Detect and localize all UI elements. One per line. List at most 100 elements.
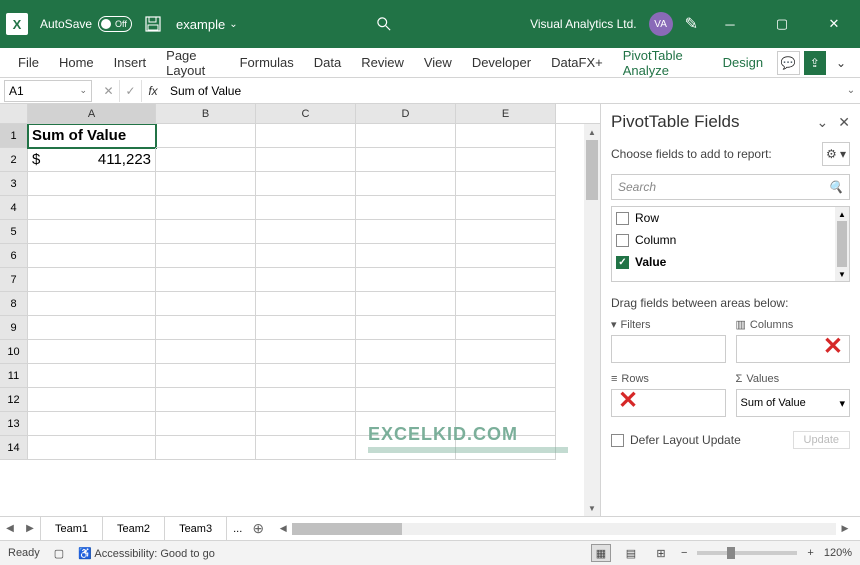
cell[interactable] bbox=[256, 316, 356, 340]
macro-record-icon[interactable]: ▢ bbox=[54, 547, 64, 560]
row-header[interactable]: 8 bbox=[0, 292, 28, 316]
cell[interactable] bbox=[256, 172, 356, 196]
cell[interactable] bbox=[28, 316, 156, 340]
minimize-button[interactable]: ─ bbox=[710, 9, 750, 39]
tab-home[interactable]: Home bbox=[49, 48, 104, 78]
tab-file[interactable]: File bbox=[8, 48, 49, 78]
row-header[interactable]: 11 bbox=[0, 364, 28, 388]
close-button[interactable]: ✕ bbox=[814, 9, 854, 39]
scroll-thumb[interactable] bbox=[586, 140, 598, 200]
cell-a2[interactable]: $ 411,223 bbox=[28, 148, 156, 172]
cell[interactable] bbox=[456, 124, 556, 148]
filename-chevron-icon[interactable]: ⌄ bbox=[229, 19, 237, 30]
cell[interactable] bbox=[156, 196, 256, 220]
vertical-scrollbar[interactable]: ▲ ▼ bbox=[584, 124, 600, 516]
cell[interactable] bbox=[356, 268, 456, 292]
fieldlist-scrollbar[interactable]: ▲ ▼ bbox=[835, 207, 849, 281]
cell[interactable] bbox=[28, 172, 156, 196]
cell[interactable] bbox=[356, 172, 456, 196]
cell[interactable] bbox=[256, 148, 356, 172]
comments-button[interactable]: 💬 bbox=[777, 51, 799, 75]
add-sheet-icon[interactable]: ⊕ bbox=[248, 520, 268, 537]
field-value[interactable]: ✓ Value bbox=[612, 251, 849, 273]
save-icon[interactable] bbox=[144, 15, 162, 33]
cell[interactable] bbox=[456, 244, 556, 268]
page-break-view-icon[interactable]: ⊞ bbox=[651, 544, 671, 562]
zoom-out-icon[interactable]: − bbox=[681, 547, 687, 559]
tab-developer[interactable]: Developer bbox=[462, 48, 541, 78]
page-layout-view-icon[interactable]: ▤ bbox=[621, 544, 641, 562]
row-header[interactable]: 6 bbox=[0, 244, 28, 268]
row-header[interactable]: 7 bbox=[0, 268, 28, 292]
row-header[interactable]: 13 bbox=[0, 412, 28, 436]
cell[interactable] bbox=[356, 292, 456, 316]
pane-chevron-icon[interactable]: ⌄ bbox=[817, 114, 829, 131]
zoom-knob[interactable] bbox=[727, 547, 735, 559]
cell[interactable] bbox=[456, 196, 556, 220]
update-button[interactable]: Update bbox=[793, 431, 850, 449]
zoom-level[interactable]: 120% bbox=[824, 547, 852, 559]
zoom-in-icon[interactable]: + bbox=[807, 547, 813, 559]
cell[interactable] bbox=[156, 220, 256, 244]
cell[interactable] bbox=[356, 196, 456, 220]
cell[interactable] bbox=[156, 412, 256, 436]
cell[interactable] bbox=[156, 340, 256, 364]
values-item[interactable]: Sum of Value bbox=[741, 397, 806, 409]
checkbox-icon[interactable] bbox=[611, 434, 624, 447]
cell[interactable] bbox=[256, 364, 356, 388]
share-button[interactable]: ⇪ bbox=[804, 51, 826, 75]
checkbox-icon[interactable] bbox=[616, 234, 629, 247]
cell[interactable] bbox=[28, 388, 156, 412]
values-dropzone[interactable]: Sum of Value ▾ bbox=[736, 389, 851, 417]
tab-pivottable-analyze[interactable]: PivotTable Analyze bbox=[613, 48, 713, 78]
cell[interactable] bbox=[28, 340, 156, 364]
tab-formulas[interactable]: Formulas bbox=[230, 48, 304, 78]
cell[interactable] bbox=[256, 388, 356, 412]
horizontal-scrollbar[interactable]: ◀ ▶ bbox=[268, 523, 860, 535]
col-header-b[interactable]: B bbox=[156, 104, 256, 123]
cell[interactable] bbox=[156, 244, 256, 268]
cell-a1[interactable]: Sum of Value bbox=[28, 124, 156, 148]
checkbox-icon[interactable] bbox=[616, 212, 629, 225]
col-header-a[interactable]: A bbox=[28, 104, 156, 123]
normal-view-icon[interactable]: ▦ bbox=[591, 544, 611, 562]
cell[interactable] bbox=[156, 268, 256, 292]
field-column[interactable]: Column bbox=[612, 229, 849, 251]
scroll-thumb[interactable] bbox=[292, 523, 402, 535]
cell[interactable] bbox=[156, 124, 256, 148]
maximize-button[interactable]: ▢ bbox=[762, 9, 802, 39]
formula-expand-icon[interactable]: ⌄ bbox=[842, 85, 860, 96]
cell[interactable] bbox=[256, 196, 356, 220]
sheet-tab[interactable]: Team1 bbox=[40, 517, 103, 540]
tab-view[interactable]: View bbox=[414, 48, 462, 78]
scroll-down-icon[interactable]: ▼ bbox=[584, 500, 600, 516]
sheet-tab[interactable]: Team3 bbox=[165, 517, 227, 540]
cell[interactable] bbox=[356, 340, 456, 364]
tab-data[interactable]: Data bbox=[304, 48, 351, 78]
cell[interactable] bbox=[28, 244, 156, 268]
cell[interactable] bbox=[356, 244, 456, 268]
row-header[interactable]: 9 bbox=[0, 316, 28, 340]
cell[interactable] bbox=[456, 148, 556, 172]
cancel-formula-icon[interactable]: ✕ bbox=[98, 80, 120, 102]
cell[interactable] bbox=[456, 172, 556, 196]
row-header[interactable]: 1 bbox=[0, 124, 28, 148]
cell[interactable] bbox=[256, 292, 356, 316]
cell[interactable] bbox=[156, 292, 256, 316]
dropdown-chevron-icon[interactable]: ▾ bbox=[839, 397, 845, 410]
cell[interactable] bbox=[28, 364, 156, 388]
tab-design[interactable]: Design bbox=[713, 48, 773, 78]
cell[interactable] bbox=[28, 412, 156, 436]
col-header-e[interactable]: E bbox=[456, 104, 556, 123]
user-avatar[interactable]: VA bbox=[649, 12, 673, 36]
cell[interactable] bbox=[356, 220, 456, 244]
cell[interactable] bbox=[356, 148, 456, 172]
tab-datafx[interactable]: DataFX+ bbox=[541, 48, 613, 78]
scroll-left-icon[interactable]: ◀ bbox=[276, 523, 290, 534]
row-header[interactable]: 2 bbox=[0, 148, 28, 172]
cell[interactable] bbox=[456, 268, 556, 292]
cell[interactable] bbox=[28, 268, 156, 292]
cell[interactable] bbox=[156, 436, 256, 460]
pen-icon[interactable]: ✎ bbox=[685, 14, 698, 34]
pane-close-icon[interactable]: ✕ bbox=[838, 114, 850, 131]
